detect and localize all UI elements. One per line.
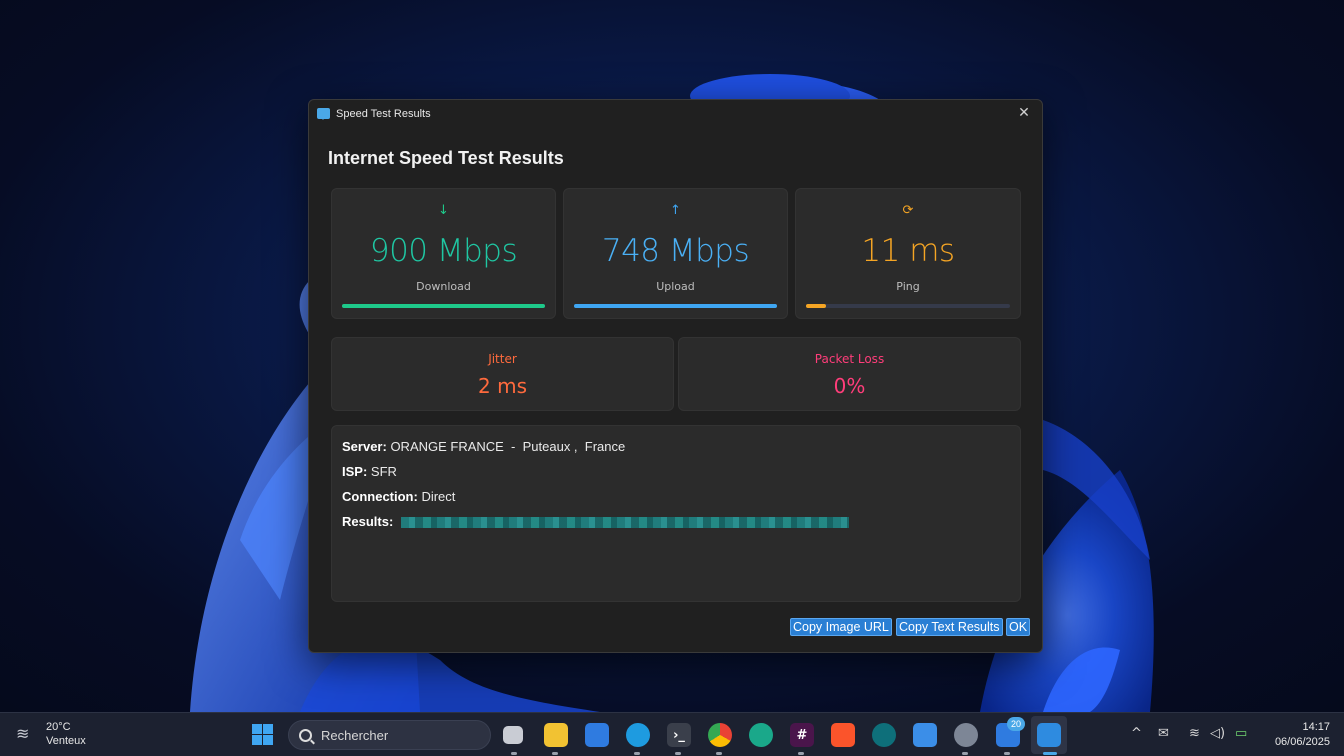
window-title: Speed Test Results: [336, 107, 431, 120]
server-value: ORANGE FRANCE - Puteaux , France: [390, 439, 626, 454]
wifi-icon[interactable]: ≋: [1189, 726, 1200, 741]
speed-test-taskbar-icon[interactable]: [1037, 723, 1061, 747]
edge-icon[interactable]: [626, 723, 650, 747]
app-circle-icon[interactable]: [872, 723, 896, 747]
server-label: Server:: [342, 439, 387, 454]
notification-badge: 20: [1007, 717, 1025, 731]
chrome-icon[interactable]: [708, 723, 732, 747]
edge-canary-icon[interactable]: [749, 723, 773, 747]
connection-info-panel: Server: ORANGE FRANCE - Puteaux , France…: [331, 425, 1021, 602]
battery-icon[interactable]: ▭: [1235, 726, 1247, 741]
download-progress-track: [342, 304, 545, 308]
speed-test-dialog: Speed Test Results ✕ Internet Speed Test…: [308, 99, 1043, 653]
windows-logo-icon-part: [263, 724, 273, 734]
close-button[interactable]: ✕: [1012, 102, 1036, 124]
upload-arrow-icon: ↑: [670, 203, 681, 218]
jitter-value: 2 ms: [478, 374, 527, 398]
close-icon: ✕: [1018, 105, 1030, 121]
running-indicator: [798, 752, 804, 755]
windows-logo-icon-part: [252, 735, 262, 745]
ping-card: ⟳ 11 ms Ping: [795, 188, 1021, 319]
ping-label: Ping: [896, 280, 920, 293]
upload-progress-bar: [574, 304, 777, 308]
ok-button[interactable]: OK: [1006, 618, 1031, 636]
packet-loss-value: 0%: [833, 374, 866, 398]
server-row: Server: ORANGE FRANCE - Puteaux , France: [342, 439, 625, 454]
connection-label: Connection:: [342, 489, 418, 504]
microsoft-store-icon[interactable]: [585, 723, 609, 747]
wind-icon: ≋: [16, 724, 30, 743]
download-progress-bar: [342, 304, 545, 308]
ping-value: 11 ms: [861, 233, 955, 269]
running-indicator: [511, 752, 517, 755]
weather-temperature: 20°C: [46, 721, 71, 733]
clock-date: 06/06/2025: [1274, 736, 1330, 748]
taskbar: ≋ 20°C Venteux Rechercher ›_ # 20 ^ ✉ ≋ …: [0, 712, 1344, 756]
packet-loss-card: Packet Loss 0%: [678, 337, 1021, 411]
copy-text-results-button[interactable]: Copy Text Results: [896, 618, 1003, 636]
running-indicator: [552, 752, 558, 755]
connection-value: Direct: [421, 489, 456, 504]
running-indicator: [675, 752, 681, 755]
clock-time: 14:17: [1302, 721, 1330, 733]
upload-label: Upload: [656, 280, 695, 293]
download-label: Download: [416, 280, 471, 293]
weather-widget[interactable]: ≋ 20°C Venteux: [16, 720, 86, 748]
ping-progress-bar: [806, 304, 827, 308]
chevron-up-icon[interactable]: ^: [1131, 726, 1142, 741]
meet-now-icon[interactable]: ✉: [1158, 726, 1169, 741]
packet-loss-label: Packet Loss: [814, 352, 885, 366]
upload-card: ↑ 748 Mbps Upload: [563, 188, 788, 319]
slack-icon[interactable]: #: [790, 723, 814, 747]
isp-value: SFR: [370, 464, 397, 479]
search-placeholder: Rechercher: [321, 727, 389, 743]
search-icon: [299, 728, 312, 742]
download-arrow-icon: ↓: [438, 203, 449, 218]
download-value: 900 Mbps: [369, 233, 518, 269]
task-view-icon[interactable]: [503, 726, 523, 744]
results-url-redacted[interactable]: [400, 517, 849, 529]
windows-logo-icon-part: [263, 735, 273, 745]
connection-row: Connection: Direct: [342, 489, 455, 504]
ping-refresh-icon: ⟳: [902, 203, 914, 218]
running-indicator: [1004, 752, 1010, 755]
volume-icon[interactable]: ◁): [1210, 726, 1225, 741]
jitter-card: Jitter 2 ms: [331, 337, 674, 411]
windows-logo-icon: [252, 724, 262, 734]
upload-progress-track: [574, 304, 777, 308]
running-indicator: [962, 752, 968, 755]
ping-progress-track: [806, 304, 1010, 308]
title-bar[interactable]: Speed Test Results ✕: [309, 100, 1042, 127]
running-indicator: [634, 752, 640, 755]
download-card: ↓ 900 Mbps Download: [331, 188, 556, 319]
results-label: Results:: [342, 514, 394, 529]
upload-value: 748 Mbps: [601, 233, 750, 269]
isp-row: ISP: SFR: [342, 464, 397, 479]
isp-label: ISP:: [342, 464, 368, 479]
start-button[interactable]: [252, 724, 273, 745]
taskbar-search[interactable]: Rechercher: [288, 720, 491, 750]
file-explorer-icon[interactable]: [544, 723, 568, 747]
terminal-icon[interactable]: ›_: [667, 723, 691, 747]
active-indicator: [1043, 752, 1057, 755]
speed-test-app-icon: [317, 108, 330, 120]
jitter-label: Jitter: [488, 352, 517, 366]
running-indicator: [716, 752, 722, 755]
weather-condition: Venteux: [46, 735, 86, 747]
copy-image-url-button[interactable]: Copy Image URL: [790, 618, 892, 636]
snipping-tool-icon[interactable]: [913, 723, 937, 747]
results-row: Results:: [342, 514, 849, 529]
system-clock[interactable]: 14:17 06/06/2025: [1275, 720, 1330, 750]
page-title: Internet Speed Test Results: [328, 148, 564, 168]
settings-gear-icon[interactable]: [954, 723, 978, 747]
brave-icon[interactable]: [831, 723, 855, 747]
